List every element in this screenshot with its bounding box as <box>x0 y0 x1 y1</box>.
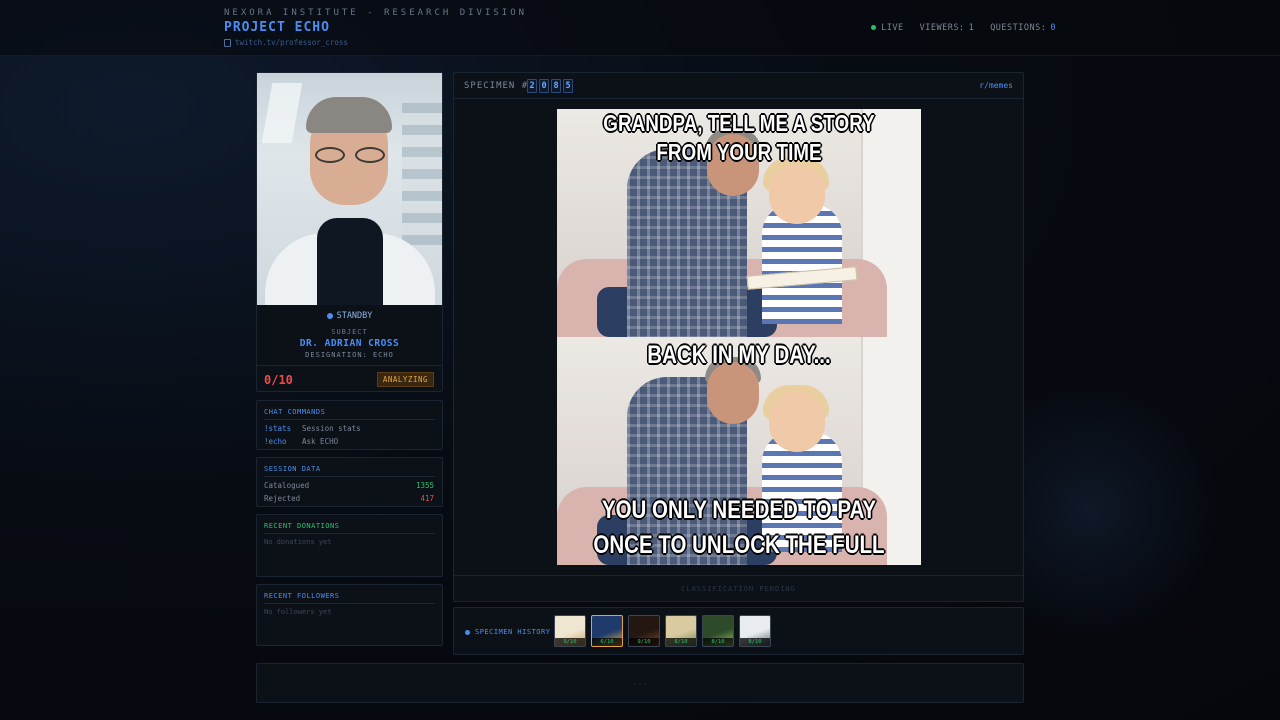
channel-url: twitch.tv/professor_cross <box>235 38 348 47</box>
analyzing-badge: ANALYZING <box>376 372 434 387</box>
meme-caption-bottom: YOU ONLY NEEDED TO PAY ONCE TO UNLOCK TH… <box>593 496 885 559</box>
chat-commands-title: CHAT COMMANDS <box>264 408 326 416</box>
thumbnail-rating: 6/10 <box>592 638 622 646</box>
source-subreddit-link[interactable]: r/memes <box>979 81 1013 90</box>
history-thumbnail[interactable]: 9/10 <box>628 615 660 647</box>
specimen-label: SPECIMEN # <box>464 81 529 91</box>
subject-status: STANDBY <box>257 311 442 321</box>
history-thumbnail[interactable]: 9/10 <box>554 615 586 647</box>
session-data-panel: SESSION DATA Catalogued 1355 Rejected 417 <box>256 457 443 507</box>
donations-title: RECENT DONATIONS <box>264 522 340 530</box>
thumbnail-rating: 8/10 <box>740 638 770 646</box>
history-thumbnail[interactable]: 6/10 <box>591 615 623 647</box>
meme-image: GRANDPA, TELL ME A STORY FROM YOUR TIME … <box>557 109 921 565</box>
specimen-panel: SPECIMEN # 2 0 8 5 r/memes GRANDPA, TELL… <box>453 72 1024 602</box>
thumbnail-rating: 9/10 <box>555 638 585 646</box>
followers-title: RECENT FOLLOWERS <box>264 592 340 600</box>
subject-profile-card: STANDBY SUBJECT DR. ADRIAN CROSS DESIGNA… <box>256 72 443 392</box>
viewers-stat: VIEWERS: 1 <box>919 23 975 33</box>
status-dot-icon <box>326 312 333 319</box>
specimen-number: 2 0 8 5 <box>527 79 573 93</box>
specimen-digit: 2 <box>527 79 537 93</box>
stream-status: LIVE VIEWERS: 1 QUESTIONS: 0 <box>871 23 1056 33</box>
twitch-icon <box>224 38 231 47</box>
specimen-history-label: SPECIMEN HISTORY <box>465 628 550 636</box>
specimen-header: SPECIMEN # 2 0 8 5 r/memes <box>454 73 1023 99</box>
top-header: NEXORA INSTITUTE - RESEARCH DIVISION PRO… <box>0 0 1280 56</box>
donations-empty-text: No donations yet <box>264 538 332 546</box>
history-thumbnail[interactable]: 8/10 <box>739 615 771 647</box>
session-data-title: SESSION DATA <box>264 465 321 473</box>
live-indicator: LIVE <box>871 23 903 33</box>
channel-link[interactable]: twitch.tv/professor_cross <box>224 38 348 47</box>
command-item: !stats Session stats <box>264 424 361 433</box>
specimen-history-bar: SPECIMEN HISTORY 9/10 6/10 9/10 8/10 8/10 8/1… <box>453 607 1024 655</box>
specimen-digit: 8 <box>551 79 561 93</box>
history-dot-icon <box>465 629 470 635</box>
thumbnail-rating: 8/10 <box>666 638 696 646</box>
org-title: NEXORA INSTITUTE - RESEARCH DIVISION <box>224 8 528 18</box>
subject-label: SUBJECT <box>331 328 368 336</box>
thumbnail-rating: 8/10 <box>703 638 733 646</box>
recent-donations-panel: RECENT DONATIONS No donations yet <box>256 514 443 577</box>
command-item: !echo Ask ECHO <box>264 437 339 446</box>
live-dot-icon <box>871 25 877 30</box>
catalogued-row: Catalogued 1355 <box>264 481 434 490</box>
history-thumbnail[interactable]: 8/10 <box>702 615 734 647</box>
meme-caption-top: GRANDPA, TELL ME A STORY FROM YOUR TIME <box>603 110 875 165</box>
subject-score: 0/10 <box>264 373 293 387</box>
recent-followers-panel: RECENT FOLLOWERS No followers yet <box>256 584 443 646</box>
project-title: PROJECT ECHO <box>224 20 330 35</box>
meme-caption-middle: BACK IN MY DAY... <box>647 341 831 369</box>
chat-ticker-bar: ... <box>256 663 1024 703</box>
subject-photo <box>257 73 442 305</box>
rejected-row: Rejected 417 <box>264 494 434 503</box>
subject-name: DR. ADRIAN CROSS <box>299 338 400 349</box>
history-thumbnails: 9/10 6/10 9/10 8/10 8/10 8/10 <box>554 615 771 647</box>
ticker-placeholder: ... <box>632 678 648 687</box>
specimen-digit: 0 <box>539 79 549 93</box>
followers-empty-text: No followers yet <box>264 608 332 616</box>
subject-designation: DESIGNATION: ECHO <box>305 351 394 359</box>
classification-status: CLASSIFICATION PENDING <box>454 575 1023 601</box>
questions-stat: QUESTIONS: 0 <box>990 23 1056 33</box>
chat-commands-panel: CHAT COMMANDS !stats Session stats !echo A… <box>256 400 443 450</box>
history-thumbnail[interactable]: 8/10 <box>665 615 697 647</box>
thumbnail-rating: 9/10 <box>629 638 659 646</box>
specimen-digit: 5 <box>563 79 573 93</box>
score-row: 0/10 ANALYZING <box>257 365 442 391</box>
